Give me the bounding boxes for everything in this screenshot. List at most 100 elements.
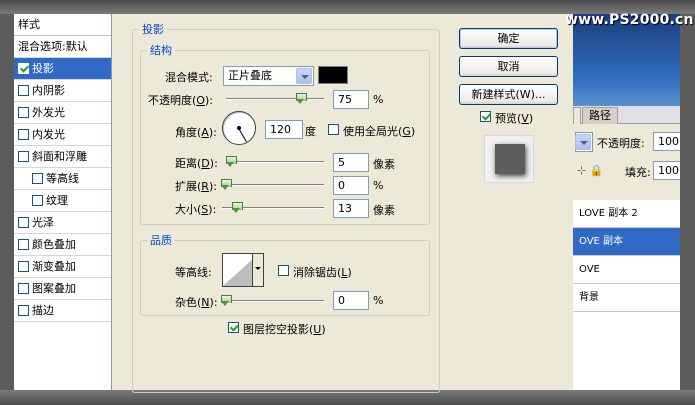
angle-unit: 度 xyxy=(305,125,316,138)
angle-label: 角度(A): xyxy=(175,126,217,139)
style-list-item[interactable]: 内阴影 xyxy=(14,80,111,102)
style-checkbox[interactable] xyxy=(18,63,29,74)
style-checkbox[interactable] xyxy=(18,129,29,140)
style-checkbox[interactable] xyxy=(18,283,29,294)
style-list-item[interactable]: 混合选项:默认 xyxy=(14,36,111,58)
style-list-item[interactable]: 外发光 xyxy=(14,102,111,124)
style-list-item-label: 描边 xyxy=(32,303,54,317)
layer-opacity-input[interactable]: 100 xyxy=(653,132,680,151)
tab-paths[interactable]: 路径 xyxy=(582,107,618,124)
spread-input[interactable]: 0 xyxy=(333,176,369,195)
tab-layers[interactable] xyxy=(573,107,581,124)
cancel-button[interactable]: 取消 xyxy=(459,56,558,77)
preview-checkbox[interactable] xyxy=(480,111,491,122)
watermark: www.PS2000.cn xyxy=(565,12,694,28)
opacity-slider-track[interactable] xyxy=(226,98,324,100)
noise-slider-thumb[interactable] xyxy=(221,295,232,306)
style-list-item-label: 内发光 xyxy=(32,127,65,141)
opacity-unit: % xyxy=(373,93,384,106)
angle-dial[interactable] xyxy=(222,111,256,145)
style-list-item[interactable]: 投影 xyxy=(14,58,111,80)
style-list-item[interactable]: 光泽 xyxy=(14,212,111,234)
knockout-checkbox[interactable] xyxy=(228,322,239,333)
global-light-label: 使用全局光(G) xyxy=(343,125,416,138)
style-checkbox[interactable] xyxy=(18,85,29,96)
style-list-item[interactable]: 斜面和浮雕 xyxy=(14,146,111,168)
style-list-item-label: 等高线 xyxy=(46,171,79,185)
structure-title: 结构 xyxy=(150,44,172,57)
spread-slider-thumb[interactable] xyxy=(221,179,232,190)
anti-alias-checkbox[interactable] xyxy=(278,265,289,276)
layers-panel: 路径 不透明度: 100 ⊹ 🔒 填充: 100 LOVE 副本 2 OVE 副本… xyxy=(573,14,680,390)
style-list-item[interactable]: 图案叠加 xyxy=(14,278,111,300)
preview-square xyxy=(495,144,525,174)
contour-dropdown[interactable] xyxy=(252,253,264,287)
blend-mode-select[interactable] xyxy=(575,132,593,152)
opacity-input[interactable]: 75 xyxy=(333,90,369,109)
panel-tab-bar: 路径 xyxy=(573,106,680,124)
style-list-item[interactable]: 颜色叠加 xyxy=(14,234,111,256)
style-list-item[interactable]: 纹理 xyxy=(14,190,111,212)
style-list-item-label: 斜面和浮雕 xyxy=(32,149,87,163)
contour-label: 等高线: xyxy=(175,266,212,279)
size-slider-thumb[interactable] xyxy=(232,202,243,213)
noise-input[interactable]: 0 xyxy=(333,291,369,310)
size-input[interactable]: 13 xyxy=(333,199,369,218)
blend-mode-dropdown[interactable]: 正片叠底 xyxy=(223,66,314,86)
style-list-item-label: 混合选项:默认 xyxy=(18,39,88,53)
anti-alias-label: 消除锯齿(L) xyxy=(293,266,352,279)
style-checkbox[interactable] xyxy=(18,107,29,118)
style-list-header[interactable]: 样式 xyxy=(14,14,111,36)
style-list-item[interactable]: 内发光 xyxy=(14,124,111,146)
window-frame-right xyxy=(680,14,695,390)
layer-name: OVE xyxy=(579,264,600,275)
style-list-item[interactable]: 渐变叠加 xyxy=(14,256,111,278)
noise-unit: % xyxy=(373,294,384,307)
layer-name: LOVE 副本 2 xyxy=(579,208,638,219)
noise-slider-track[interactable] xyxy=(222,300,324,302)
spread-label: 扩展(R): xyxy=(175,180,217,193)
style-checkbox[interactable] xyxy=(18,217,29,228)
blend-mode-value: 正片叠底 xyxy=(228,69,272,82)
global-light-checkbox[interactable] xyxy=(328,124,339,135)
distance-slider-track[interactable] xyxy=(226,161,324,163)
opacity-slider-thumb[interactable] xyxy=(295,93,307,104)
style-list-item-label: 投影 xyxy=(32,61,54,75)
spread-slider-track[interactable] xyxy=(222,184,324,186)
style-checkbox[interactable] xyxy=(32,195,43,206)
layer-name: 背景 xyxy=(579,292,599,303)
style-checkbox[interactable] xyxy=(18,305,29,316)
layer-row[interactable]: OVE 副本 xyxy=(573,228,680,256)
distance-slider-thumb[interactable] xyxy=(226,156,237,167)
style-list-item-label: 光泽 xyxy=(32,215,54,229)
noise-label: 杂色(N): xyxy=(175,296,218,309)
size-unit: 像素 xyxy=(373,204,395,217)
layer-row[interactable]: OVE xyxy=(573,256,680,284)
style-checkbox[interactable] xyxy=(18,239,29,250)
style-list-item[interactable]: 等高线 xyxy=(14,168,111,190)
style-list-item-label: 内阴影 xyxy=(32,83,65,97)
shadow-color-swatch[interactable] xyxy=(318,66,348,84)
style-checkbox[interactable] xyxy=(32,173,43,184)
distance-label: 距离(D): xyxy=(175,157,218,170)
layer-row[interactable]: 背景 xyxy=(573,284,680,312)
layer-fill-label: 填充: xyxy=(625,166,651,179)
style-checkbox[interactable] xyxy=(18,261,29,272)
lock-icons[interactable]: ⊹ 🔒 xyxy=(577,164,603,177)
layer-fill-input[interactable]: 100 xyxy=(653,161,680,180)
new-style-button[interactable]: 新建样式(W)... xyxy=(459,84,558,105)
style-list: 样式 混合选项:默认投影内阴影外发光内发光斜面和浮雕等高线纹理光泽颜色叠加 渐变叠… xyxy=(14,14,112,390)
style-list-item[interactable]: 描边 xyxy=(14,300,111,322)
distance-input[interactable]: 5 xyxy=(333,153,369,172)
layer-list: LOVE 副本 2 OVE 副本 OVE 背景 xyxy=(573,200,680,312)
style-checkbox[interactable] xyxy=(18,151,29,162)
style-preview xyxy=(484,135,534,183)
knockout-label: 图层挖空投影(U) xyxy=(243,323,326,336)
angle-hand xyxy=(238,128,247,143)
ok-button[interactable]: 确定 xyxy=(459,28,558,49)
layer-row[interactable]: LOVE 副本 2 xyxy=(573,200,680,228)
angle-input[interactable]: 120 xyxy=(265,120,303,139)
drop-shadow-title: 投影 xyxy=(142,23,164,36)
panel-controls: 不透明度: 100 ⊹ 🔒 填充: 100 xyxy=(573,124,680,200)
layer-opacity-label: 不透明度: xyxy=(597,137,645,150)
